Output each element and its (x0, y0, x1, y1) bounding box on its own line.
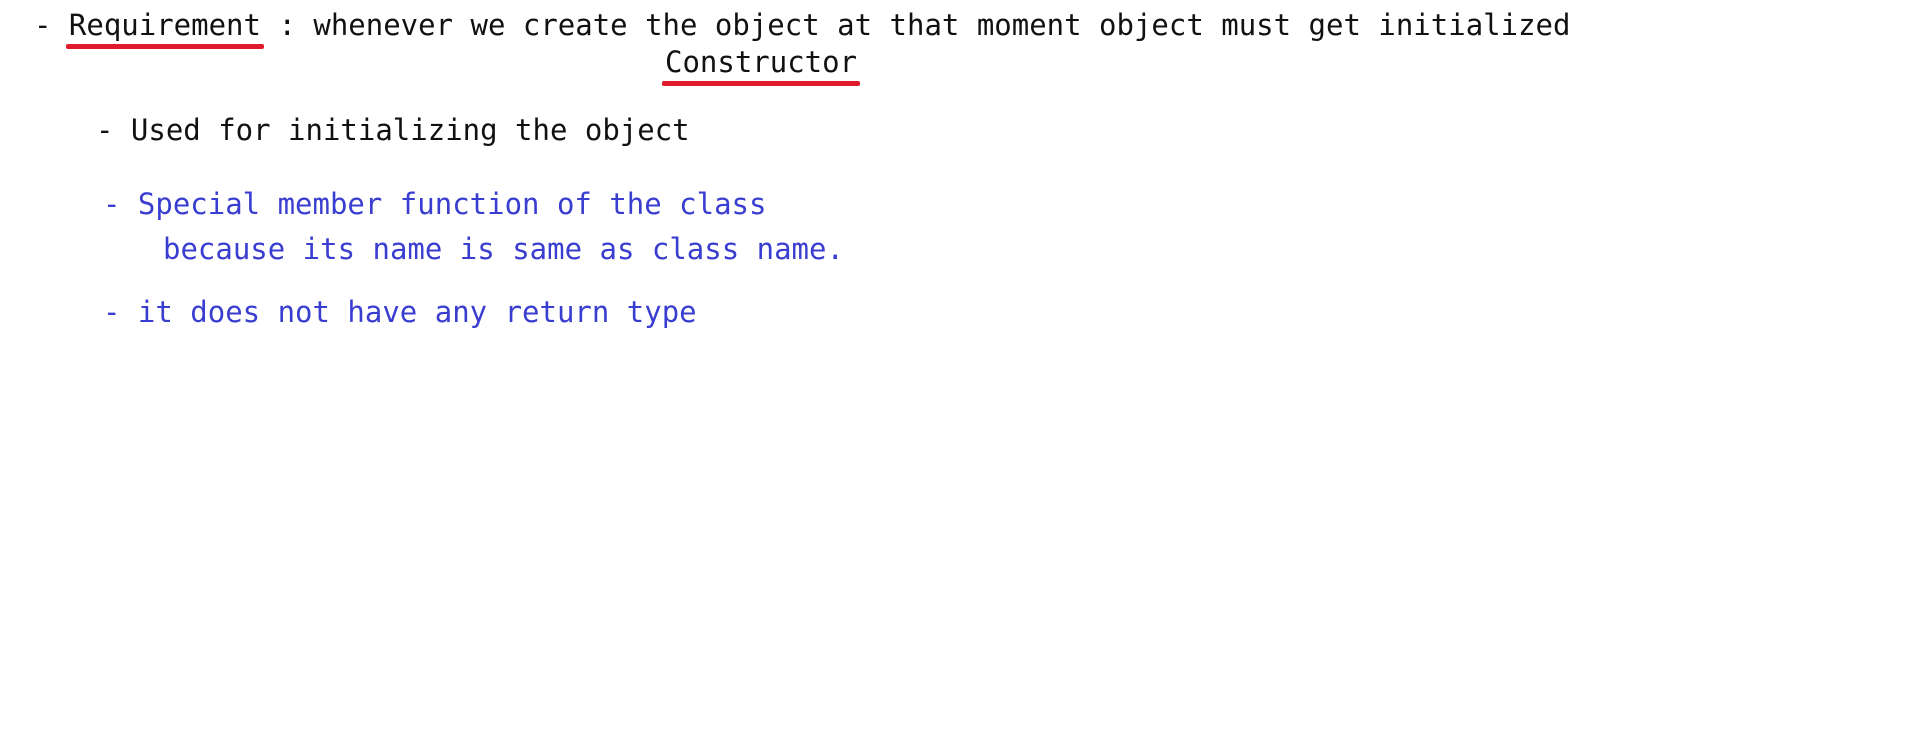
requirement-line: - Requirement : whenever we create the o… (34, 7, 1571, 49)
point-no-return-type: - it does not have any return type (103, 295, 697, 329)
point-used-for: - Used for initializing the object (96, 113, 690, 147)
requirement-dash: - (34, 8, 69, 42)
constructor-term: Constructor (661, 45, 861, 86)
answer-line: Constructor (661, 44, 861, 86)
point-special-member-reason: because its name is same as class name. (163, 232, 844, 266)
requirement-description: : whenever we create the object at that … (260, 8, 1571, 42)
requirement-term: Requirement (65, 8, 265, 49)
point-special-member: - Special member function of the class (103, 187, 767, 221)
note-page: { "colors": { "main_text": "#111111", "n… (0, 0, 1914, 734)
